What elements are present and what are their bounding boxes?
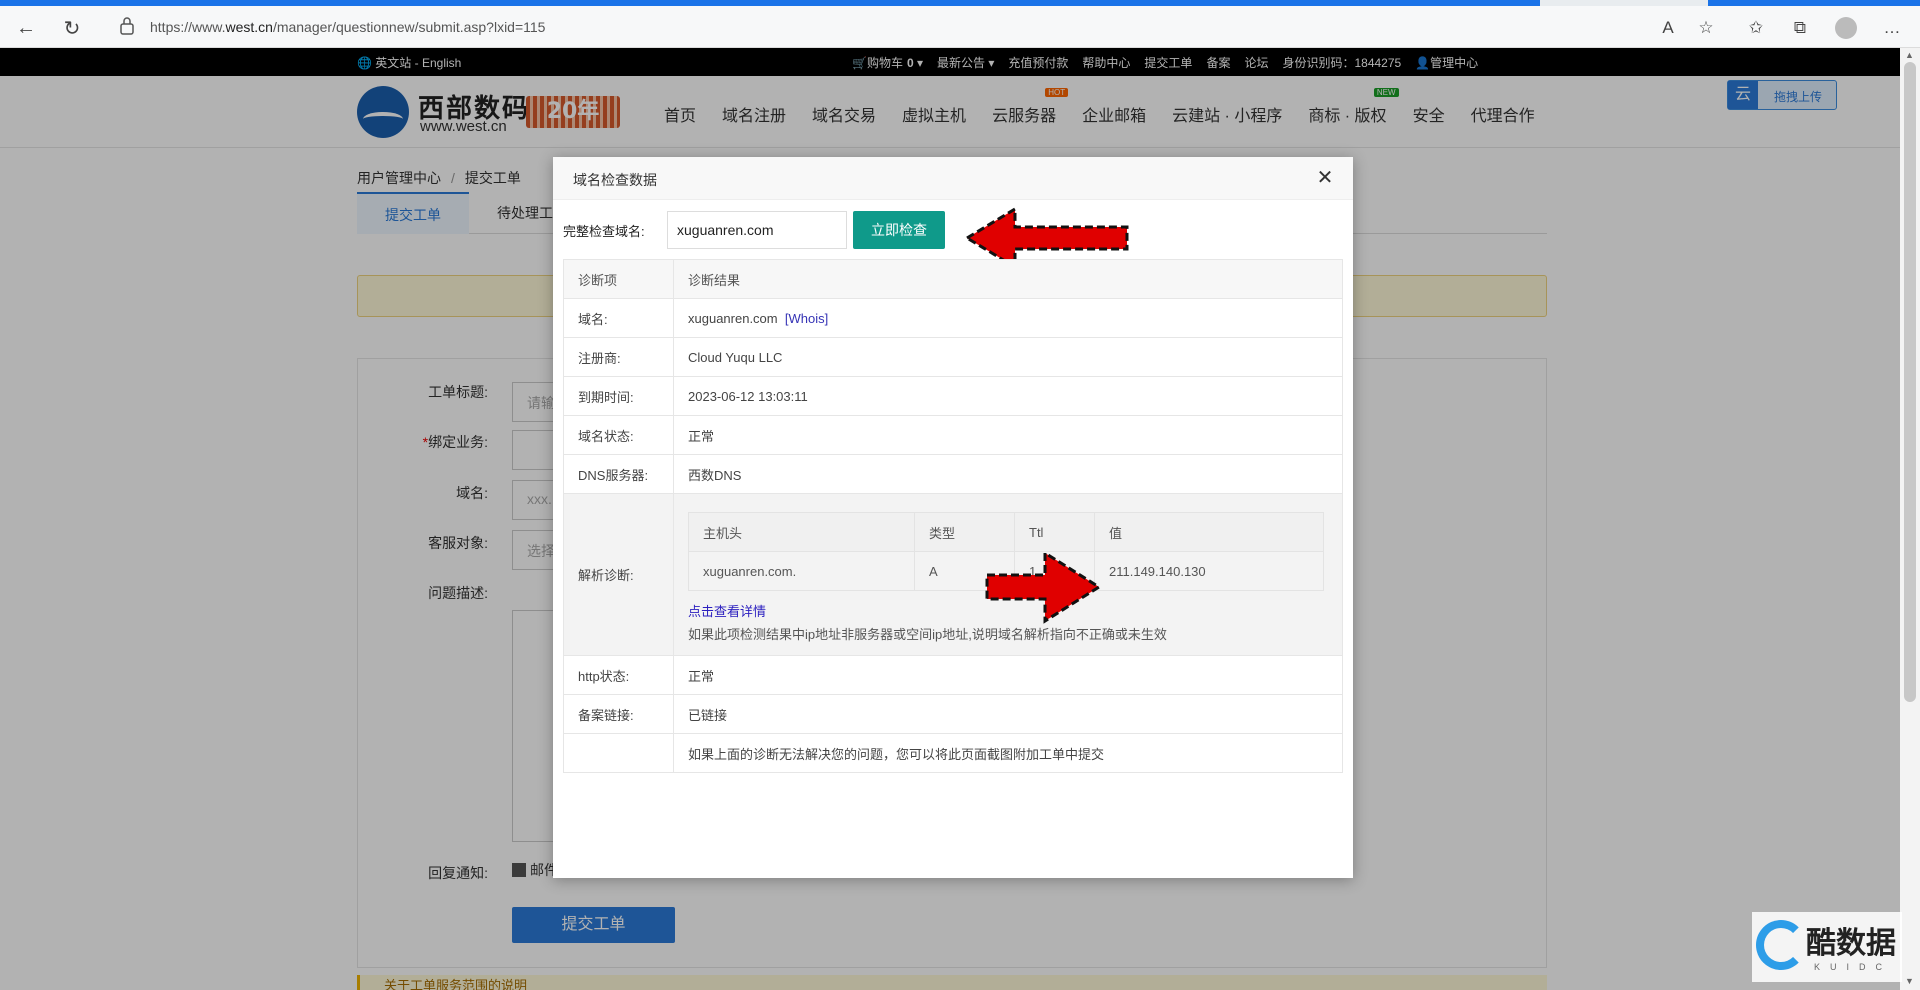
watermark-text: 酷数据 [1806, 926, 1896, 961]
check-now-button[interactable]: 立即检查 [853, 211, 945, 249]
footer-note: 如果上面的诊断无法解决您的问题，您可以将此页面截图附加工单中提交 [673, 733, 1343, 773]
domain-result: xuguanren.com [Whois] [673, 298, 1343, 338]
read-aloud-icon[interactable]: A [1656, 16, 1680, 40]
table-row: 备案链接: 已链接 [563, 694, 1343, 734]
row-label: DNS服务器: [563, 454, 674, 494]
resolve-note: 如果此项检测结果中ip地址非服务器或空间ip地址,说明域名解析指向不正确或未生效 [688, 627, 1167, 642]
whois-link[interactable]: [Whois] [785, 311, 828, 326]
page-scrollbar[interactable]: ▲ ▼ [1900, 48, 1920, 990]
table-row: 域名状态: 正常 [563, 415, 1343, 455]
back-icon[interactable]: ← [12, 14, 40, 42]
table-row: 到期时间: 2023-06-12 13:03:11 [563, 376, 1343, 416]
dialog-header: 域名检查数据 ✕ [553, 157, 1353, 200]
more-icon[interactable]: … [1880, 16, 1904, 40]
row-label: 到期时间: [563, 376, 674, 416]
col-value: 值 [1094, 512, 1324, 552]
collections-icon[interactable]: ⧉ [1788, 16, 1812, 40]
url-field[interactable]: https://www.west.cn/manager/questionnew/… [112, 11, 1692, 43]
close-icon[interactable]: ✕ [1313, 166, 1337, 190]
dialog-title: 域名检查数据 [573, 172, 657, 188]
record-value: 211.149.140.130 [1094, 551, 1324, 591]
col-type: 类型 [914, 512, 1015, 552]
profile-icon[interactable] [1834, 16, 1858, 40]
table-row: 域名: xuguanren.com [Whois] [563, 298, 1343, 338]
table-row: http状态: 正常 [563, 655, 1343, 695]
lock-icon [120, 17, 134, 35]
header-result: 诊断结果 [673, 259, 1343, 299]
check-domain-label: 完整检查域名: [563, 224, 645, 239]
scroll-up-icon[interactable]: ▲ [1905, 50, 1914, 60]
icp-value[interactable]: 已链接 [673, 694, 1343, 734]
registrar-value: Cloud Yuqu LLC [673, 337, 1343, 377]
browser-address-bar: ← ↻ https://www.west.cn/manager/question… [0, 6, 1920, 48]
expiry-value: 2023-06-12 13:03:11 [673, 376, 1343, 416]
row-label [563, 733, 674, 773]
row-label: 域名: [563, 298, 674, 338]
row-label: 注册商: [563, 337, 674, 377]
url-text: https://www.west.cn/manager/questionnew/… [150, 19, 546, 35]
scrollbar-thumb[interactable] [1904, 62, 1916, 702]
row-label: http状态: [563, 655, 674, 695]
watermark-subtext: KUIDC [1814, 962, 1893, 972]
dns-value: 西数DNS [673, 454, 1343, 494]
http-value: 正常 [673, 655, 1343, 695]
col-ttl: Ttl [1014, 512, 1095, 552]
table-row: 注册商: Cloud Yuqu LLC [563, 337, 1343, 377]
refresh-icon[interactable]: ↻ [58, 14, 86, 42]
header-item: 诊断项 [563, 259, 674, 299]
resolve-row: 解析诊断: 主机头 类型 Ttl 值 xuguanren.com. A 1 21… [563, 493, 1343, 656]
row-label: 解析诊断: [563, 493, 674, 656]
scroll-down-icon[interactable]: ▼ [1905, 976, 1914, 986]
table-row: 如果上面的诊断无法解决您的问题，您可以将此页面截图附加工单中提交 [563, 733, 1343, 773]
table-header-row: 诊断项 诊断结果 [563, 259, 1343, 299]
check-domain-input[interactable]: xuguanren.com [667, 211, 847, 249]
watermark-icon [1756, 920, 1806, 970]
right-arrow-annotation [985, 550, 1102, 624]
row-label: 域名状态: [563, 415, 674, 455]
table-row: DNS服务器: 西数DNS [563, 454, 1343, 494]
add-favorite-icon[interactable]: ☆ [1694, 16, 1718, 40]
status-value: 正常 [673, 415, 1343, 455]
record-header-row: 主机头 类型 Ttl 值 [688, 512, 1324, 552]
domain-check-dialog: 域名检查数据 ✕ 完整检查域名: xuguanren.com 立即检查 诊断项 … [553, 157, 1353, 878]
favorites-icon[interactable]: ✩ [1744, 16, 1768, 40]
record-host: xuguanren.com. [688, 551, 915, 591]
diagnosis-table: 诊断项 诊断结果 域名: xuguanren.com [Whois] 注册商: … [563, 259, 1343, 773]
watermark-logo: 酷数据 KUIDC [1752, 912, 1902, 982]
row-label: 备案链接: [563, 694, 674, 734]
col-host: 主机头 [688, 512, 915, 552]
